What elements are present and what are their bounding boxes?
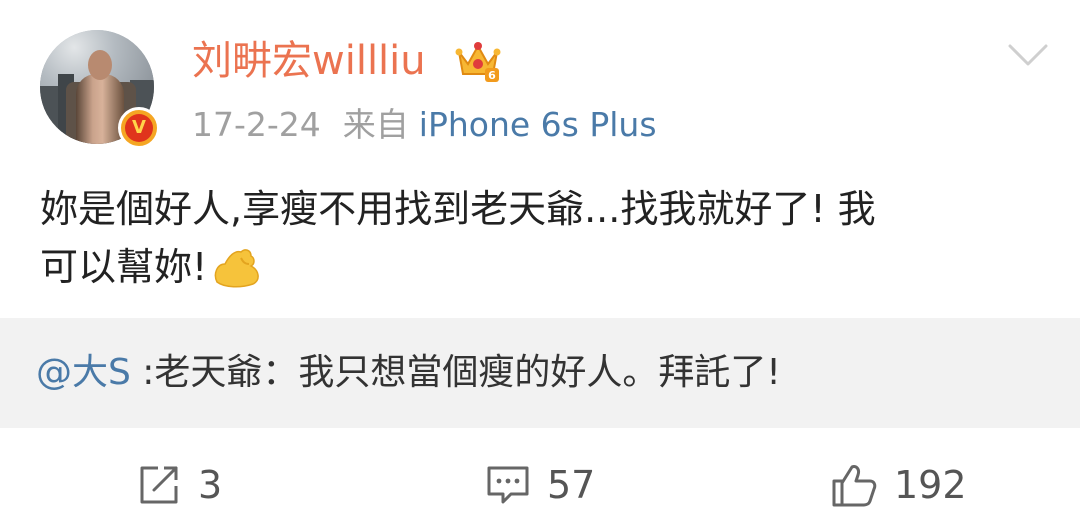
comment-icon (487, 466, 529, 504)
svg-text:6: 6 (488, 69, 496, 82)
post-source[interactable]: iPhone 6s Plus (419, 105, 657, 144)
repost-icon (140, 466, 178, 504)
repost-box[interactable]: @大S :老天爺：我只想當個瘦的好人。拜託了! (0, 318, 1080, 428)
weibo-post: V 刘畊宏willliu 6 17-2-24 来自 iPhone 6s Plus 妳… (0, 0, 1080, 520)
source-prefix: 来自 (342, 105, 409, 144)
content-line-1: 妳是個好人,享瘦不用找到老天爺...找我就好了! 我 (40, 187, 876, 231)
comment-count: 57 (547, 463, 596, 507)
repost-button[interactable]: 3 (136, 460, 222, 510)
mention-link[interactable]: @大S (36, 352, 131, 393)
repost-count: 3 (198, 463, 223, 507)
author-name[interactable]: 刘畊宏willliu (192, 36, 426, 86)
comment-button[interactable]: 57 (485, 460, 595, 510)
content-line-2: 可以幫妳! (40, 245, 208, 289)
action-bar: 3 57 192 (0, 450, 1080, 520)
thumbs-up-icon (832, 465, 877, 507)
repost-text-line: @大S :老天爺：我只想當個瘦的好人。拜託了! (36, 350, 781, 396)
post-content: 妳是個好人,享瘦不用找到老天爺...找我就好了! 我 可以幫妳! (40, 180, 1040, 296)
like-count: 192 (894, 463, 967, 507)
vip-crown-icon[interactable]: 6 (455, 38, 501, 84)
post-timestamp: 17-2-24 (192, 105, 321, 144)
chevron-down-icon[interactable] (1006, 40, 1050, 70)
repost-text: :老天爺：我只想當個瘦的好人。拜託了! (130, 352, 781, 393)
like-button[interactable]: 192 (830, 460, 967, 510)
post-meta: 17-2-24 来自 iPhone 6s Plus (192, 103, 657, 147)
verified-v-icon: V (118, 107, 160, 149)
flexed-biceps-icon (214, 249, 259, 288)
